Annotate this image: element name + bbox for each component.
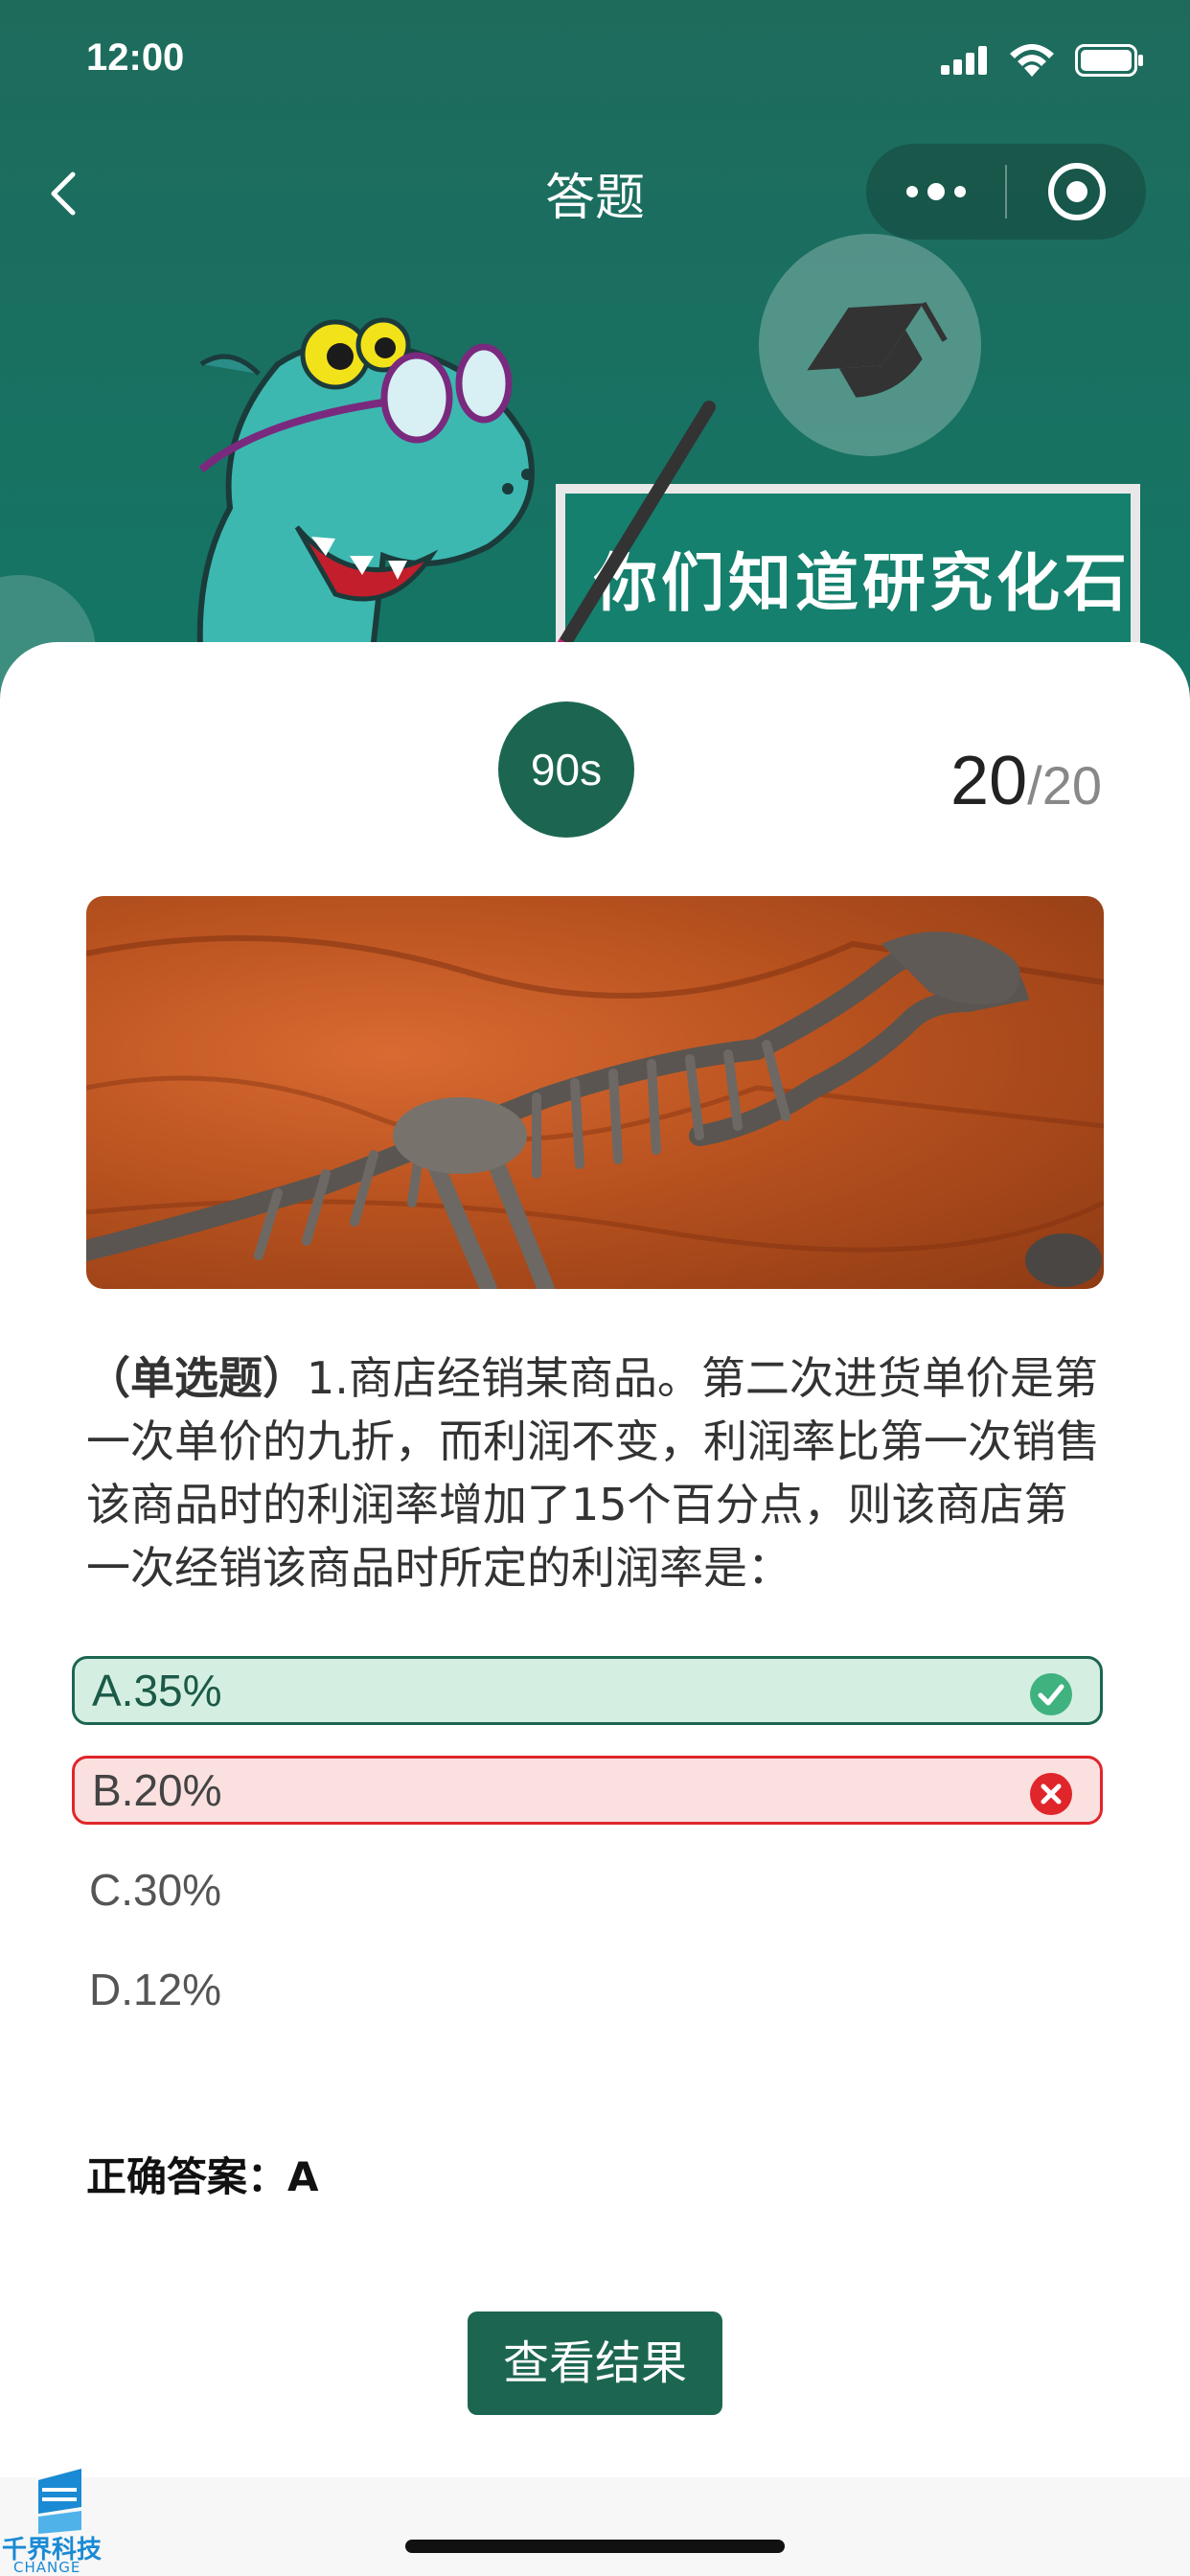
option-c[interactable]: C.30% (72, 1855, 1103, 1924)
question-counter: 20/20 (950, 742, 1102, 820)
countdown-timer: 90s (498, 702, 634, 838)
close-button[interactable] (1007, 144, 1146, 240)
signal-icon (941, 46, 987, 75)
option-label: B.20% (92, 1765, 222, 1815)
graduation-cap-badge (759, 234, 981, 456)
counter-separator: / (1027, 755, 1042, 816)
more-icon (905, 183, 966, 200)
option-d[interactable]: D.12% (72, 1955, 1103, 2024)
graduation-cap-icon (807, 301, 948, 398)
view-result-button[interactable]: 查看结果 (468, 2312, 722, 2415)
more-button[interactable] (866, 144, 1005, 240)
navigation-bar: 答题 (0, 144, 1190, 240)
header-banner: 你们知道研究化石 12:00 答题 (0, 0, 1190, 728)
total-questions: 20 (1041, 755, 1102, 816)
wifi-icon (1010, 44, 1054, 77)
option-a[interactable]: A.35% (72, 1656, 1103, 1725)
mini-program-capsule (866, 144, 1146, 240)
battery-icon (1075, 44, 1143, 77)
option-label: A.35% (92, 1666, 222, 1715)
check-icon (1030, 1673, 1072, 1715)
question-type: （单选题） (86, 1352, 307, 1404)
quiz-card: 90s 20/20 （单选题）1.商店经销某商品。第二次进货单价是第一次单价的九… (0, 642, 1190, 2576)
status-bar: 12:00 (0, 0, 1190, 125)
bottom-safe-area (0, 2477, 1190, 2576)
home-indicator[interactable] (405, 2540, 785, 2553)
watermark-sub: CHANGE (13, 2559, 81, 2576)
option-label: D.12% (89, 1965, 222, 2014)
question-text: （单选题）1.商店经销某商品。第二次进货单价是第一次单价的九折，而利润不变，利润… (86, 1346, 1104, 1599)
status-time: 12:00 (86, 36, 185, 79)
option-label: C.30% (89, 1865, 222, 1915)
cross-icon (1030, 1773, 1072, 1815)
correct-answer: 正确答案：A (86, 2153, 319, 2200)
close-target-icon (1047, 163, 1106, 220)
current-question-number: 20 (950, 743, 1028, 819)
option-b[interactable]: B.20% (72, 1756, 1103, 1825)
dinosaur-fossil-image (86, 896, 1104, 1289)
